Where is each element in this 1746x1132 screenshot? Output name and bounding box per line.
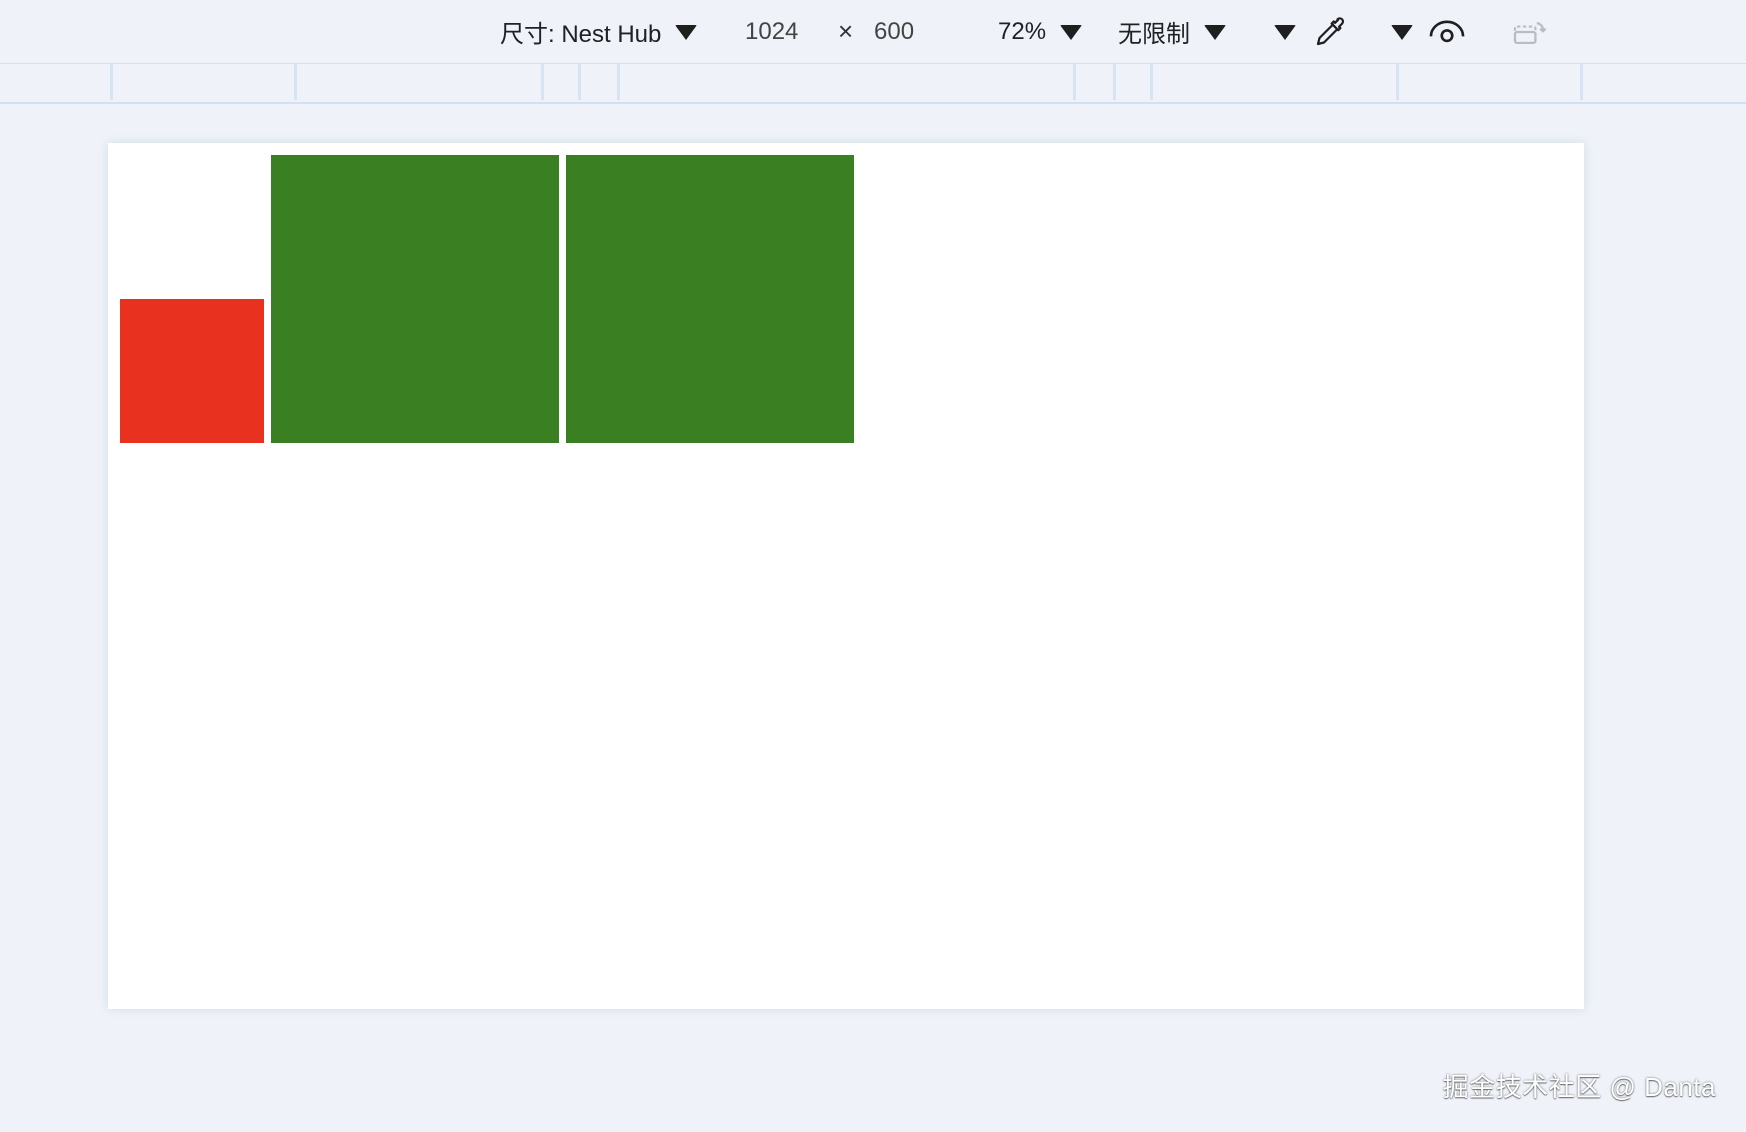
zoom-label: 72%: [998, 17, 1047, 45]
eyedropper-button[interactable]: [1312, 0, 1348, 63]
vision-deficiency-button[interactable]: [1428, 0, 1466, 63]
ruler-tick[interactable]: [578, 64, 581, 100]
red-box: [120, 299, 264, 443]
green-box-2: [566, 155, 854, 443]
width-value: 1024: [745, 17, 799, 45]
ruler-tick[interactable]: [1150, 64, 1153, 100]
device-dimensions-dropdown[interactable]: 尺寸: Nest Hub: [500, 0, 698, 63]
height-value: 600: [874, 17, 915, 45]
caret-down-icon: [1274, 25, 1296, 40]
rotate-button[interactable]: [1512, 0, 1548, 63]
ruler-tick[interactable]: [1073, 64, 1076, 100]
ruler-tick[interactable]: [1113, 64, 1116, 100]
ruler-tick[interactable]: [1396, 64, 1399, 100]
device-toolbar: 尺寸: Nest Hub 1024 × 600 72% 无限制: [0, 0, 1746, 64]
caret-down-icon: [1060, 25, 1083, 40]
vision-dropdown[interactable]: [1391, 0, 1413, 63]
media-query-ruler: [0, 64, 1746, 104]
caret-down-icon: [675, 25, 698, 40]
ruler-tick[interactable]: [541, 64, 544, 100]
ruler-tick[interactable]: [1580, 64, 1583, 100]
height-input[interactable]: 600: [874, 0, 914, 63]
green-box-1: [271, 155, 559, 443]
device-label: 尺寸: Nest Hub: [500, 21, 662, 48]
ruler-tick[interactable]: [110, 64, 113, 100]
times-symbol: ×: [838, 0, 853, 63]
more-options-dropdown[interactable]: [1274, 0, 1296, 63]
throttle-label: 无限制: [1118, 21, 1190, 48]
watermark: 掘金技术社区 @ Danta: [1442, 1072, 1716, 1102]
eyedropper-icon: [1316, 16, 1345, 45]
eye-icon: [1429, 19, 1465, 42]
zoom-dropdown[interactable]: 72%: [998, 0, 1083, 63]
ruler-tick[interactable]: [617, 64, 620, 100]
rotate-icon: [1513, 21, 1547, 44]
throttle-dropdown[interactable]: 无限制: [1118, 0, 1226, 63]
width-input[interactable]: 1024: [745, 0, 798, 63]
device-viewport[interactable]: [108, 143, 1584, 1009]
caret-down-icon: [1391, 25, 1413, 40]
times-symbol-text: ×: [838, 16, 854, 46]
caret-down-icon: [1204, 25, 1226, 40]
ruler-tick[interactable]: [294, 64, 297, 100]
